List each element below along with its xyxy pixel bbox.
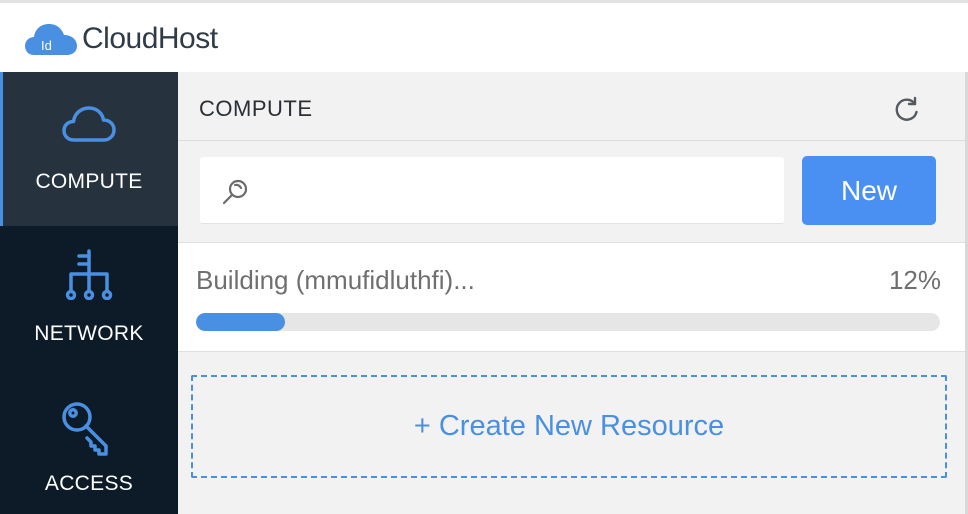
svg-text:Id: Id [41,38,52,53]
page-title: COMPUTE [199,96,313,121]
sidebar-item-network[interactable]: NETWORK [0,226,178,380]
search-icon [222,179,248,205]
sidebar-item-label: ACCESS [44,472,134,495]
new-button[interactable]: New [802,156,936,225]
progress-track [196,313,940,331]
app-logo[interactable]: Id CloudHost [24,21,218,57]
app-header: Id CloudHost [0,3,968,72]
sidebar: COMPUTE NETWORK ACCESS [0,72,178,514]
search-input[interactable] [260,157,770,224]
progress-percent: 12% [888,265,941,295]
create-new-resource-button[interactable]: + Create New Resource [191,375,947,478]
build-progress-card: Building (mmufidluthfi)... 12% [178,242,965,352]
sidebar-item-label: COMPUTE [35,170,143,193]
cloud-icon [62,106,116,142]
sidebar-item-label: NETWORK [34,322,144,345]
main-panel: COMPUTE New Building (mmufidluthfi)... 1… [178,72,968,514]
sidebar-item-compute[interactable]: COMPUTE [0,72,178,226]
progress-label: Building (mmufidluthfi)... [196,265,475,295]
network-tree-icon [65,249,113,300]
progress-fill [196,313,286,331]
refresh-icon[interactable] [892,93,922,123]
section-header: COMPUTE [178,72,965,141]
app-name: CloudHost [82,22,218,55]
sidebar-item-access[interactable]: ACCESS [0,380,178,514]
search-box[interactable] [200,157,784,224]
key-icon [62,402,108,456]
cloud-logo-icon: Id [25,24,77,55]
search-row: New [178,142,965,242]
